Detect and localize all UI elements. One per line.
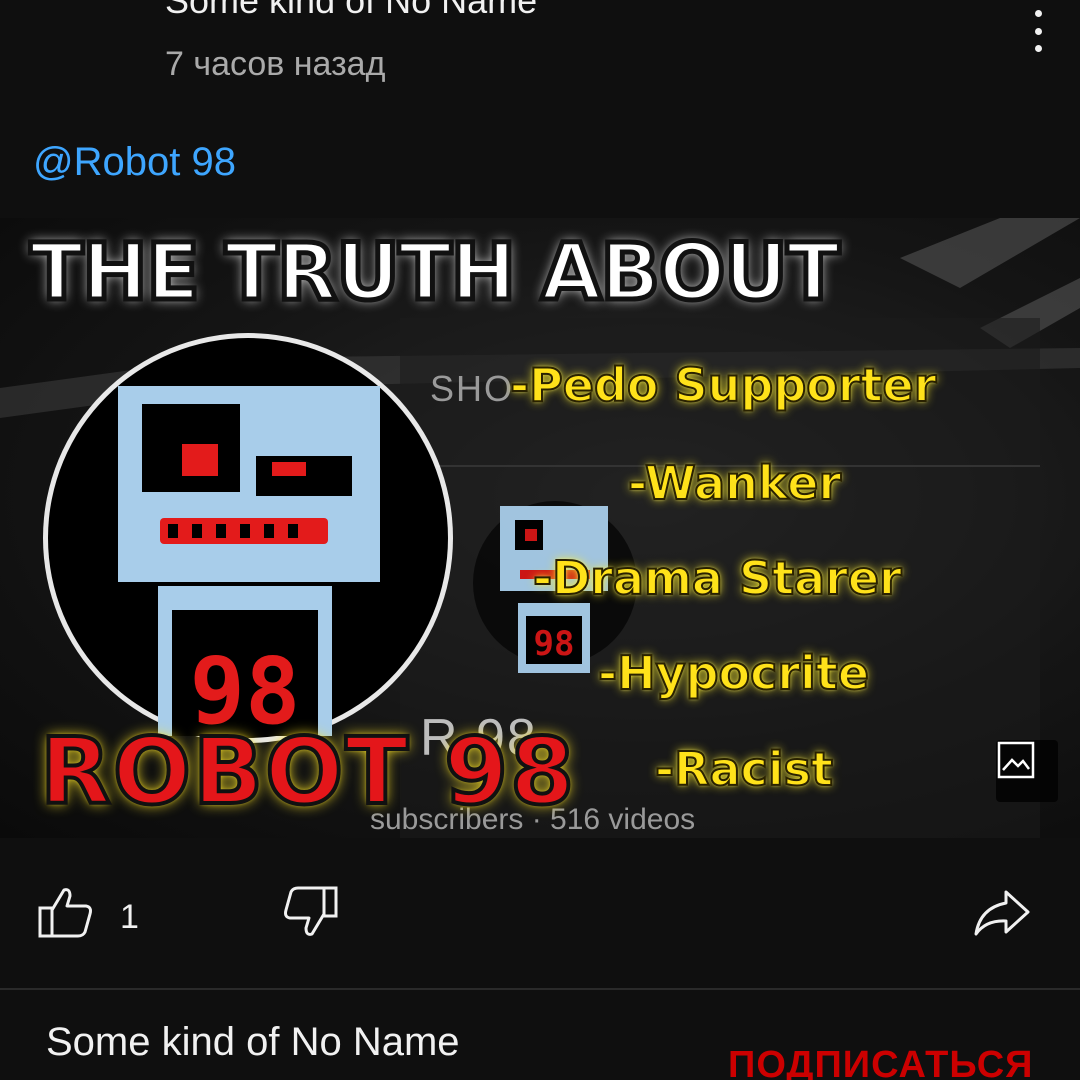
image-title: THE TRUTH ABOUT bbox=[28, 226, 843, 321]
badge-label: -Wanker bbox=[627, 455, 842, 511]
share-icon[interactable] bbox=[972, 882, 1032, 942]
section-divider bbox=[0, 988, 1080, 990]
more-vert-icon[interactable] bbox=[1018, 6, 1058, 56]
like-count: 1 bbox=[120, 898, 139, 936]
small-avatar-number: 98 bbox=[534, 624, 575, 664]
channel-mention-link[interactable]: @Robot 98 bbox=[33, 140, 236, 185]
image-gallery-icon[interactable] bbox=[996, 740, 1058, 802]
background-shorts-text: SHO bbox=[430, 368, 515, 409]
dislike-icon[interactable] bbox=[280, 882, 340, 942]
robot-name-title: ROBOT 98 bbox=[38, 716, 577, 827]
subscribe-button[interactable]: ПОДПИСАТЬСЯ bbox=[728, 1044, 1033, 1080]
footer-channel-name[interactable]: Some kind of No Name bbox=[46, 1020, 460, 1065]
action-bar: 1 bbox=[0, 870, 1080, 950]
badge-label: -Hypocrite bbox=[597, 645, 870, 701]
like-icon[interactable] bbox=[36, 882, 96, 942]
post-timestamp: 7 часов назад bbox=[165, 45, 386, 83]
badge-label: -Racist bbox=[654, 741, 834, 797]
badge-label: -Drama Starer bbox=[532, 550, 903, 606]
robot-avatar: 98 bbox=[43, 333, 453, 745]
post-image[interactable]: 98 98 SHO R 98 subscribers · 516 videos … bbox=[0, 218, 1080, 838]
post-channel-name[interactable]: Some kind of No Name bbox=[165, 0, 537, 22]
badge-label: -Pedo Supporter bbox=[509, 357, 937, 413]
